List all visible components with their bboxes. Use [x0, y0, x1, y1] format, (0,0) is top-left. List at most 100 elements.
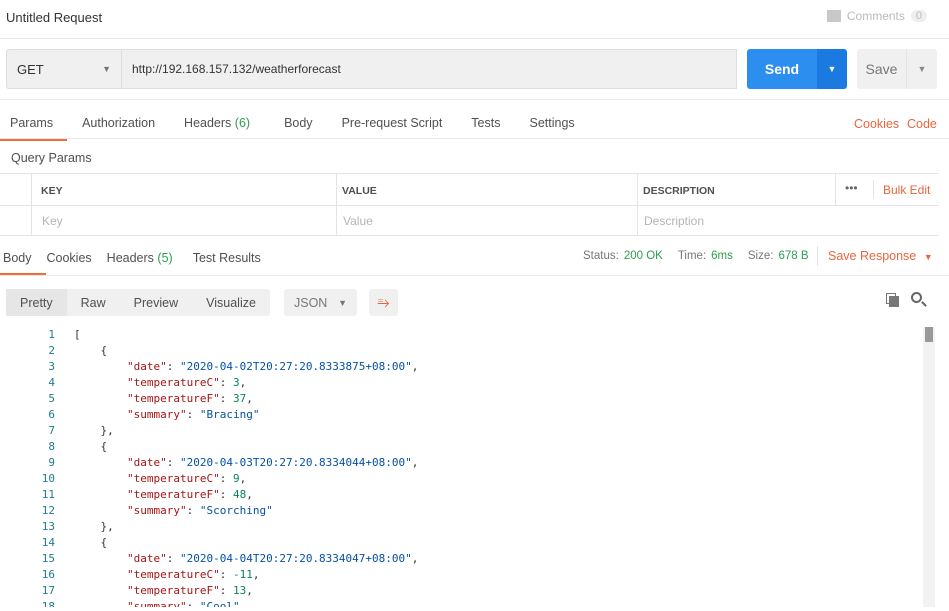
tab-params[interactable]: Params — [0, 116, 68, 141]
format-tabs: Pretty Raw Preview Visualize — [6, 289, 270, 316]
editor-scrollbar[interactable] — [923, 327, 935, 607]
save-options-chevron-icon[interactable]: ▼ — [907, 49, 937, 89]
save-response-button[interactable]: Save Response ▼ — [828, 249, 933, 263]
code-token: , — [411, 552, 419, 565]
code-token: [ — [74, 328, 81, 341]
tab-headers[interactable]: Headers (6) — [184, 116, 250, 130]
code-line: 1[ — [0, 327, 923, 343]
headers-count: (6) — [234, 116, 251, 130]
tab-tests[interactable]: Tests — [471, 116, 500, 130]
description-input[interactable]: Description — [644, 214, 704, 228]
code-token: "Bracing" — [199, 408, 260, 421]
value-header: VALUE — [342, 185, 377, 197]
tab-test-results[interactable]: Test Results — [193, 251, 261, 265]
code-token: "temperatureF" — [126, 584, 220, 597]
code-token: : — [219, 488, 233, 501]
language-value: JSON — [294, 295, 328, 310]
query-params-table: KEY VALUE DESCRIPTION ••• Bulk Edit Key … — [0, 173, 939, 236]
code-line: 5 "temperatureF": 37, — [0, 391, 923, 407]
line-number: 5 — [48, 392, 55, 405]
format-pretty[interactable]: Pretty — [6, 289, 67, 316]
line-number: 3 — [48, 360, 55, 373]
comments-button[interactable]: Comments 0 — [826, 9, 927, 23]
line-text: "date": "2020-04-04T20:27:20.8334047+08:… — [55, 551, 418, 567]
code-line: 15 "date": "2020-04-04T20:27:20.8334047+… — [0, 551, 923, 567]
size-label: Size: — [747, 250, 774, 262]
wrap-lines-icon[interactable]: ⥱ — [369, 289, 398, 316]
line-text: "temperatureF": 13, — [55, 583, 253, 599]
send-button[interactable]: Send — [747, 49, 817, 89]
tab-response-headers-label: Headers — [106, 251, 154, 265]
line-number: 16 — [41, 568, 55, 581]
cookies-link[interactable]: Cookies — [854, 117, 899, 131]
key-input[interactable]: Key — [42, 214, 63, 228]
code-token: "2020-04-03T20:27:20.8334044+08:00" — [179, 456, 412, 469]
scrollbar-thumb[interactable] — [925, 327, 933, 342]
code-line: 16 "temperatureC": -11, — [0, 567, 923, 583]
code-token: { — [74, 440, 108, 453]
chevron-down-icon: ▼ — [923, 252, 933, 262]
tab-authorization[interactable]: Authorization — [82, 116, 155, 130]
code-token: 9 — [232, 472, 240, 485]
method-value: GET — [17, 61, 44, 77]
code-line: 7 }, — [0, 423, 923, 439]
tab-pre-request-script[interactable]: Pre-request Script — [342, 116, 443, 130]
line-text: "temperatureC": -11, — [55, 567, 259, 583]
line-text: }, — [55, 423, 114, 439]
format-raw[interactable]: Raw — [67, 289, 120, 316]
code-link[interactable]: Code — [907, 117, 937, 131]
bulk-edit-link[interactable]: Bulk Edit — [883, 183, 930, 197]
send-options-chevron-icon[interactable]: ▼ — [817, 49, 847, 89]
code-token: , — [246, 584, 253, 597]
tab-response-cookies[interactable]: Cookies — [47, 251, 92, 265]
tab-response-headers[interactable]: Headers (5) — [107, 251, 173, 265]
line-number: 15 — [41, 552, 55, 565]
status-value: 200 OK — [623, 250, 663, 262]
format-preview[interactable]: Preview — [120, 289, 192, 316]
url-input[interactable]: http://192.168.157.132/weatherforecast — [121, 49, 737, 89]
code-token: "date" — [126, 456, 167, 469]
code-token: "summary" — [126, 600, 187, 607]
response-body-editor[interactable]: 1[2 {3 "date": "2020-04-02T20:27:20.8333… — [0, 327, 923, 607]
tab-response-body[interactable]: Body — [0, 251, 45, 276]
code-token: "temperatureF" — [126, 488, 220, 501]
code-token: "temperatureC" — [126, 376, 220, 389]
code-line: 3 "date": "2020-04-02T20:27:20.8333875+0… — [0, 359, 923, 375]
line-number: 18 — [41, 600, 55, 607]
response-status: Status: 200 OK Time: 6ms Size: 678 B — [583, 250, 809, 262]
code-token: "2020-04-04T20:27:20.8334047+08:00" — [179, 552, 412, 565]
query-params-title: Query Params — [11, 151, 92, 165]
code-token: 3 — [232, 376, 240, 389]
code-line: 10 "temperatureC": 9, — [0, 471, 923, 487]
language-select[interactable]: JSON ▼ — [284, 289, 357, 316]
code-token: : — [186, 408, 200, 421]
search-icon[interactable] — [911, 292, 927, 308]
code-token: , — [239, 376, 247, 389]
format-visualize[interactable]: Visualize — [192, 289, 270, 316]
line-number: 14 — [41, 536, 55, 549]
line-text: }, — [55, 519, 114, 535]
method-select[interactable]: GET ▼ — [6, 49, 121, 89]
tab-body[interactable]: Body — [284, 116, 313, 130]
code-token: }, — [74, 424, 114, 437]
line-number: 6 — [48, 408, 55, 421]
code-token: : — [166, 552, 180, 565]
code-token: }, — [74, 520, 114, 533]
value-input[interactable]: Value — [343, 214, 373, 228]
code-line: 18 "summary": "Cool" — [0, 599, 923, 607]
more-options-icon[interactable]: ••• — [845, 181, 858, 195]
save-button[interactable]: Save — [857, 49, 907, 89]
code-token: "Scorching" — [199, 504, 273, 517]
tab-settings[interactable]: Settings — [529, 116, 574, 130]
code-token: , — [252, 568, 260, 581]
save-response-label: Save Response — [828, 249, 917, 263]
code-token: "2020-04-02T20:27:20.8333875+08:00" — [179, 360, 412, 373]
line-text: "temperatureF": 48, — [55, 487, 253, 503]
line-number: 11 — [41, 488, 55, 501]
response-headers-count: (5) — [157, 251, 173, 265]
line-text: "temperatureC": 3, — [55, 375, 246, 391]
